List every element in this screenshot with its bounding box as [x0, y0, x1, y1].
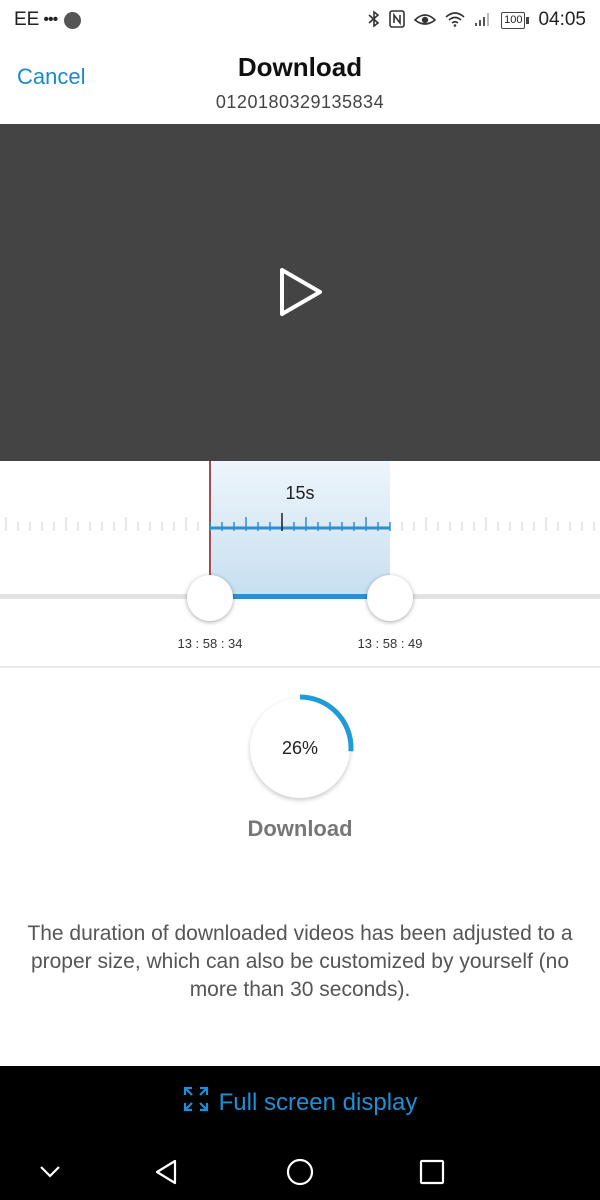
start-time-label: 13 : 58 : 34: [177, 636, 243, 651]
timeline-editor: 15s 13 : 58 : 34 13 : 58 : 49: [0, 461, 600, 667]
fullscreen-label: Full screen display: [218, 1088, 418, 1116]
recents-icon[interactable]: [414, 1154, 450, 1190]
download-status-label: Download: [247, 816, 353, 841]
nfc-icon: [389, 9, 405, 31]
system-nav-bar: [0, 1144, 600, 1200]
divider: [0, 666, 600, 668]
fullscreen-button[interactable]: Full screen display: [0, 1086, 600, 1119]
time-ruler: [5, 513, 595, 531]
selection-duration: 15s: [285, 483, 315, 503]
carrier-name: EE: [14, 9, 40, 30]
signal-icon: [474, 11, 492, 30]
eye-icon: [413, 11, 437, 30]
progress-percent: 26%: [281, 738, 319, 758]
start-handle[interactable]: [187, 575, 233, 621]
carrier-dots: •••: [43, 11, 58, 28]
battery-icon: 100: [501, 11, 530, 29]
status-bar: EE ••• 100 04:05: [0, 0, 600, 40]
header: Cancel Download 0120180329135834: [0, 40, 600, 124]
clock: 04:05: [538, 9, 586, 30]
home-icon[interactable]: [282, 1154, 318, 1190]
notification-dot-icon: [64, 11, 82, 29]
end-time-label: 13 : 58 : 49: [357, 636, 423, 651]
wifi-icon: [445, 11, 465, 30]
expand-icon: [183, 1086, 209, 1119]
bluetooth-icon: [368, 9, 380, 31]
end-handle[interactable]: [367, 575, 413, 621]
play-icon[interactable]: [276, 266, 324, 318]
bottom-bar: Full screen display: [0, 1066, 600, 1200]
page-subtitle: 0120180329135834: [215, 92, 385, 112]
info-text: The duration of downloaded videos has be…: [27, 922, 573, 1001]
timeline-track-selected: [210, 594, 390, 599]
back-icon[interactable]: [148, 1154, 184, 1190]
page-title: Download: [237, 52, 363, 82]
chevron-down-icon[interactable]: [32, 1154, 68, 1190]
status-right: 100 04:05: [368, 9, 586, 31]
download-progress: 26%: [246, 694, 354, 802]
status-left: EE •••: [14, 9, 82, 31]
